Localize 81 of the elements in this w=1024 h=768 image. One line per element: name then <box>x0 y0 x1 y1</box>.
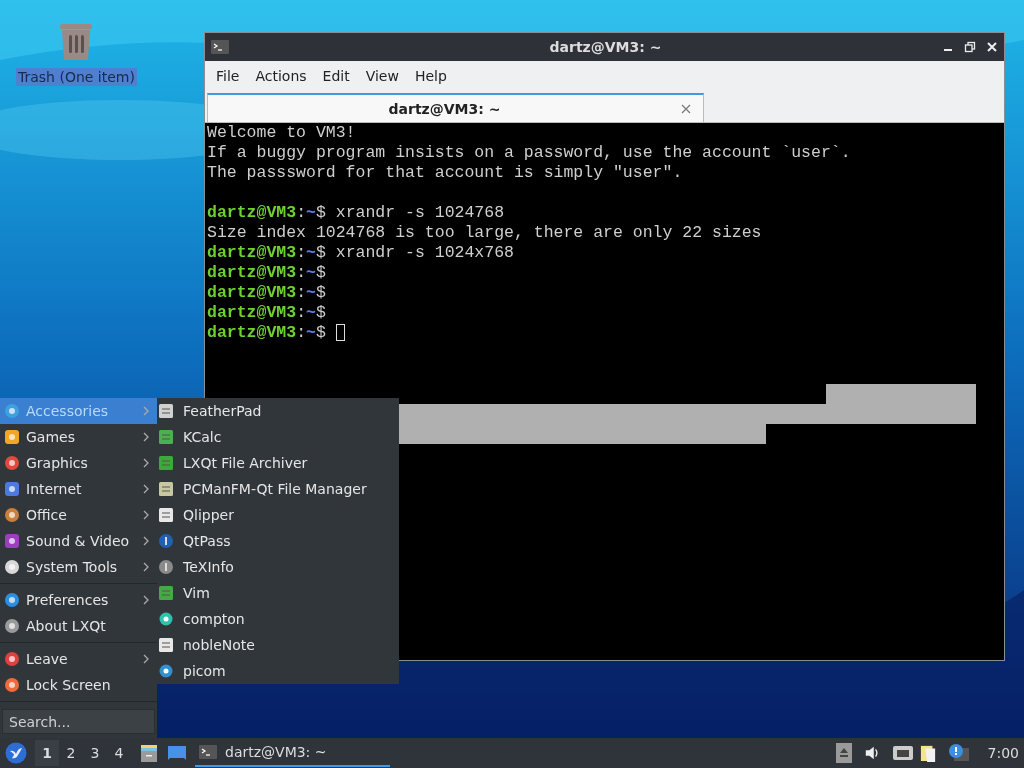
menu-item[interactable]: QtPass <box>157 528 399 554</box>
command: xrandr -s 1024768 <box>334 203 505 223</box>
eject-icon[interactable] <box>835 743 852 763</box>
category-icon <box>4 651 20 667</box>
menu-item[interactable]: LXQt File Archiver <box>157 450 399 476</box>
desktop-switch[interactable]: 1 <box>35 740 59 766</box>
app-icon <box>158 611 174 627</box>
notification-icon[interactable] <box>947 743 970 763</box>
menu-item[interactable]: nobleNote <box>157 632 399 658</box>
category-icon <box>4 481 20 497</box>
category-icon <box>4 507 20 523</box>
menu-item[interactable]: Help <box>406 68 455 84</box>
menu-item[interactable]: Sound & Video <box>0 528 157 554</box>
file-cabinet-icon[interactable] <box>139 743 159 763</box>
prompt: dartz@VM3:~$ <box>207 243 326 263</box>
category-icon <box>4 455 20 471</box>
prompt: dartz@VM3:~$ <box>207 303 326 323</box>
menu-item[interactable]: Leave <box>0 646 157 672</box>
desktop-switch[interactable]: 3 <box>83 740 107 766</box>
prompt: dartz@VM3:~$ <box>207 203 326 223</box>
network-icon[interactable] <box>891 743 914 763</box>
menu-item[interactable]: Graphics <box>0 450 157 476</box>
prompt: dartz@VM3:~$ <box>207 323 326 343</box>
category-icon <box>4 533 20 549</box>
menu-item[interactable]: Lock Screen <box>0 672 157 698</box>
menu-item[interactable]: File <box>208 68 248 84</box>
menu-item[interactable]: Qlipper <box>157 502 399 528</box>
app-icon <box>158 559 174 575</box>
clock[interactable]: 7:00 <box>987 745 1019 761</box>
category-icon <box>4 618 20 634</box>
task-button[interactable]: dartz@VM3: ~ <box>195 739 390 767</box>
category-icon <box>4 677 20 693</box>
desktop-icon[interactable] <box>167 743 187 763</box>
app-icon <box>158 585 174 601</box>
menu-item[interactable]: System Tools <box>0 554 157 580</box>
trash-icon[interactable] <box>58 22 95 62</box>
menu-item[interactable]: PCManFM-Qt File Manager <box>157 476 399 502</box>
menu-item[interactable]: Games <box>0 424 157 450</box>
menu-item[interactable]: Edit <box>314 68 358 84</box>
app-icon <box>158 507 174 523</box>
app-icon <box>158 403 174 419</box>
menu-item[interactable]: View <box>357 68 407 84</box>
menu-item[interactable]: Vim <box>157 580 399 606</box>
menu-item[interactable]: TeXInfo <box>157 554 399 580</box>
menu-item[interactable]: FeatherPad <box>157 398 399 424</box>
app-icon <box>158 637 174 653</box>
terminal-icon <box>199 745 217 759</box>
window-title: dartz@VM3: ~ <box>548 39 663 55</box>
desktop-switch[interactable]: 2 <box>59 740 83 766</box>
menu-item[interactable]: Internet <box>0 476 157 502</box>
menu-item[interactable]: KCalc <box>157 424 399 450</box>
menu-item[interactable]: picom <box>157 658 399 684</box>
category-icon <box>4 559 20 575</box>
menu-item[interactable]: compton <box>157 606 399 632</box>
desktop-switch[interactable]: 4 <box>107 740 131 766</box>
clipboard-icon[interactable] <box>919 743 936 763</box>
terminal-line: Welcome to VM3! <box>207 123 357 143</box>
category-icon <box>4 403 20 419</box>
category-icon <box>4 429 20 445</box>
restore-icon[interactable] <box>964 41 976 53</box>
bird-icon[interactable] <box>5 742 27 764</box>
terminal-line: The passsword for that account is simply "user". <box>207 163 684 183</box>
app-icon <box>158 663 174 679</box>
app-icon <box>158 533 174 549</box>
category-icon <box>4 592 20 608</box>
terminal-line: Size index 1024768 is too large, there are only 22 sizes <box>207 223 763 243</box>
app-icon <box>158 455 174 471</box>
app-icon <box>158 429 174 445</box>
menu-item[interactable]: Preferences <box>0 587 157 613</box>
menu-item[interactable]: About LXQt <box>0 613 157 639</box>
terminal-tab[interactable]: dartz@VM3: ~ <box>207 93 704 123</box>
menu-item[interactable]: Office <box>0 502 157 528</box>
menu-item[interactable]: Actions <box>247 68 315 84</box>
prompt: dartz@VM3:~$ <box>207 283 326 303</box>
app-icon <box>158 481 174 497</box>
prompt: dartz@VM3:~$ <box>207 263 326 283</box>
search-field[interactable]: Search... <box>2 709 155 734</box>
terminal-line: If a buggy program insists on a password, use the account `user`. <box>207 143 852 163</box>
icon-label[interactable]: Trash (One item) <box>16 68 137 86</box>
terminal-icon <box>211 40 229 54</box>
command: xrandr -s 1024x768 <box>334 243 514 263</box>
